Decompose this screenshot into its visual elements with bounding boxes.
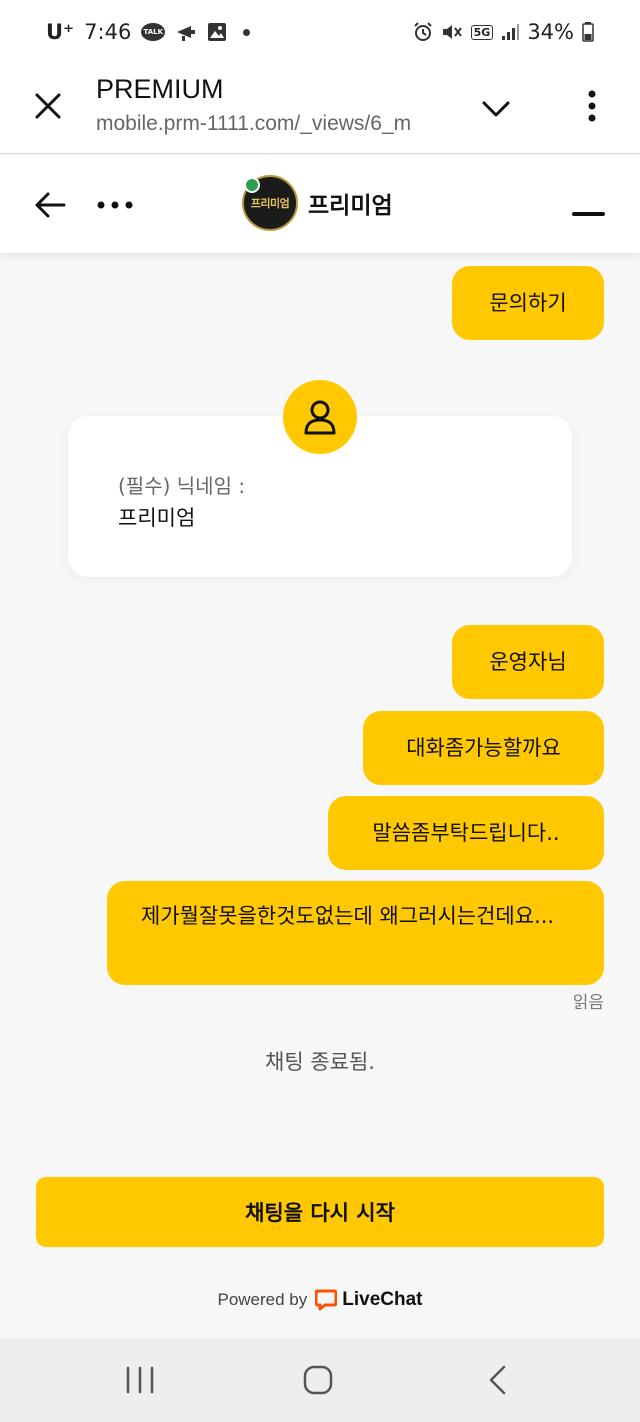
user-icon: [283, 380, 357, 454]
livechat-brand: LiveChat: [342, 1289, 423, 1310]
page-title: PREMIUM: [96, 74, 224, 104]
chevron-down-icon[interactable]: [478, 90, 514, 126]
back-arrow-icon[interactable]: [30, 185, 70, 225]
back-nav-icon[interactable]: [478, 1362, 518, 1398]
chat-header: 프리미엄 프리미엄: [0, 155, 640, 253]
message-bubble: 운영자님: [452, 625, 604, 699]
message-bubble: 대화좀가능할까요: [363, 711, 604, 785]
chat-transcript: 문의하기 (필수) 닉네임 : 프리미엄 운영자님 대화좀가능할까요 말씀좀부탁…: [0, 253, 640, 1338]
restart-chat-button[interactable]: 채팅을 다시 시작: [36, 1177, 604, 1247]
battery-percent: 34%: [527, 20, 574, 44]
recent-apps-icon[interactable]: [120, 1362, 160, 1398]
network-5g-icon: 5G: [470, 24, 494, 40]
status-left: U⁺ 7:46 TALK: [46, 20, 251, 44]
nickname-label: (필수) 닉네임 :: [118, 474, 246, 498]
online-status-icon: [244, 177, 260, 193]
signal-icon: [501, 23, 520, 41]
system-nav-bar: [0, 1338, 640, 1422]
livechat-icon: [315, 1289, 338, 1311]
battery-icon: [582, 22, 594, 42]
talk-icon-label: TALK: [143, 28, 164, 36]
livechat-logo[interactable]: LiveChat: [315, 1289, 423, 1311]
message-bubble: 말씀좀부탁드립니다..: [328, 796, 604, 870]
cast-icon: [175, 22, 197, 42]
agent-avatar: 프리미엄: [242, 175, 298, 231]
powered-by-footer: Powered by LiveChat: [0, 1289, 640, 1311]
minimize-icon[interactable]: [572, 212, 605, 216]
nickname-value: 프리미엄: [118, 506, 196, 530]
chat-ended-notice: 채팅 종료됨.: [265, 1050, 375, 1074]
status-right: 5G 34%: [413, 20, 594, 44]
read-receipt: 읽음: [572, 993, 604, 1013]
carrier-label: U⁺: [46, 20, 75, 44]
alarm-icon: [413, 22, 433, 42]
notification-dot: [243, 28, 251, 36]
kakaotalk-icon: TALK: [141, 23, 166, 41]
status-bar: U⁺ 7:46 TALK 5G 34%: [0, 0, 640, 64]
agent-brand: 프리미엄 프리미엄: [242, 175, 393, 231]
close-icon[interactable]: [30, 88, 66, 124]
powered-by-prefix: Powered by: [217, 1290, 308, 1309]
image-icon: [207, 22, 227, 42]
browser-toolbar: PREMIUM mobile.prm-1111.com/_views/6_m: [0, 64, 640, 154]
kebab-menu-icon[interactable]: [578, 86, 606, 126]
message-bubble: 문의하기: [452, 266, 604, 340]
clock: 7:46: [84, 20, 132, 44]
agent-name: 프리미엄: [308, 193, 393, 219]
message-bubble: 제가뭘잘못을한것도없는데 왜그러시는건데요...: [107, 881, 604, 985]
network-label: 5G: [473, 25, 491, 39]
url-display[interactable]: mobile.prm-1111.com/_views/6_m: [96, 112, 446, 136]
mute-icon: [441, 22, 463, 42]
home-icon[interactable]: [298, 1362, 338, 1398]
avatar-label: 프리미엄: [250, 197, 290, 210]
more-options-icon[interactable]: [92, 185, 138, 225]
